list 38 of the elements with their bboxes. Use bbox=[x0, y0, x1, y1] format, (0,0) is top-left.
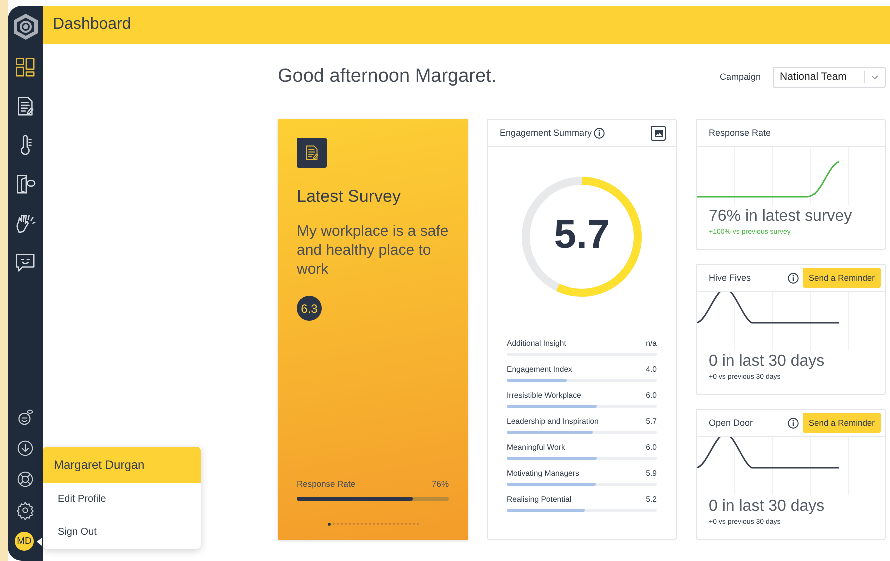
chat-icon[interactable] bbox=[14, 251, 37, 274]
campaign-label: Campaign bbox=[720, 72, 761, 82]
response-rate-value: 76% bbox=[432, 479, 449, 489]
chevron-down-icon bbox=[871, 74, 879, 80]
campaign-dropdown[interactable]: National Team bbox=[773, 66, 886, 88]
page-dot[interactable] bbox=[328, 523, 330, 526]
stat-headline: 76% in latest survey bbox=[709, 208, 854, 226]
survey-question: My workplace is a safe and healthy place to work bbox=[297, 222, 449, 279]
card-title: Response Rate bbox=[709, 128, 772, 138]
user-name: Margaret Durgan bbox=[43, 447, 201, 483]
info-icon[interactable] bbox=[788, 272, 799, 284]
image-button[interactable] bbox=[651, 126, 666, 140]
dashboard-icon[interactable] bbox=[14, 56, 37, 79]
send-reminder-button[interactable]: Send a Reminder bbox=[802, 413, 881, 433]
image-icon bbox=[654, 130, 662, 136]
card-title: Engagement Summary bbox=[500, 128, 592, 138]
user-avatar[interactable]: MD bbox=[15, 532, 34, 551]
settings-icon[interactable] bbox=[16, 501, 35, 520]
lifebuoy-icon[interactable] bbox=[16, 470, 35, 489]
stat-headline: 0 in last 30 days bbox=[709, 498, 826, 516]
card-title: Latest Survey bbox=[297, 187, 402, 207]
info-icon[interactable] bbox=[788, 418, 799, 428]
bot-icon[interactable] bbox=[16, 408, 35, 427]
response-rate-label: Response Rate bbox=[297, 479, 356, 489]
send-reminder-button[interactable]: Send a Reminder bbox=[802, 268, 881, 288]
menu-item[interactable]: Sign Out bbox=[43, 516, 201, 549]
engagement-score: 5.7 bbox=[553, 213, 611, 258]
door-chat-icon[interactable] bbox=[14, 173, 37, 196]
stat-headline: 0 in last 30 days bbox=[709, 353, 826, 371]
card-title: Hive Fives bbox=[709, 273, 752, 283]
score-badge: 6.3 bbox=[297, 296, 322, 321]
info-icon[interactable] bbox=[594, 128, 606, 138]
menu-item[interactable]: Edit Profile bbox=[43, 483, 201, 516]
download-icon[interactable] bbox=[16, 439, 35, 458]
card-title: Open Door bbox=[709, 418, 754, 428]
greeting: Good afternoon Margaret. bbox=[278, 66, 497, 88]
page-title: Dashboard bbox=[43, 6, 890, 44]
high-five-icon[interactable] bbox=[14, 212, 37, 235]
